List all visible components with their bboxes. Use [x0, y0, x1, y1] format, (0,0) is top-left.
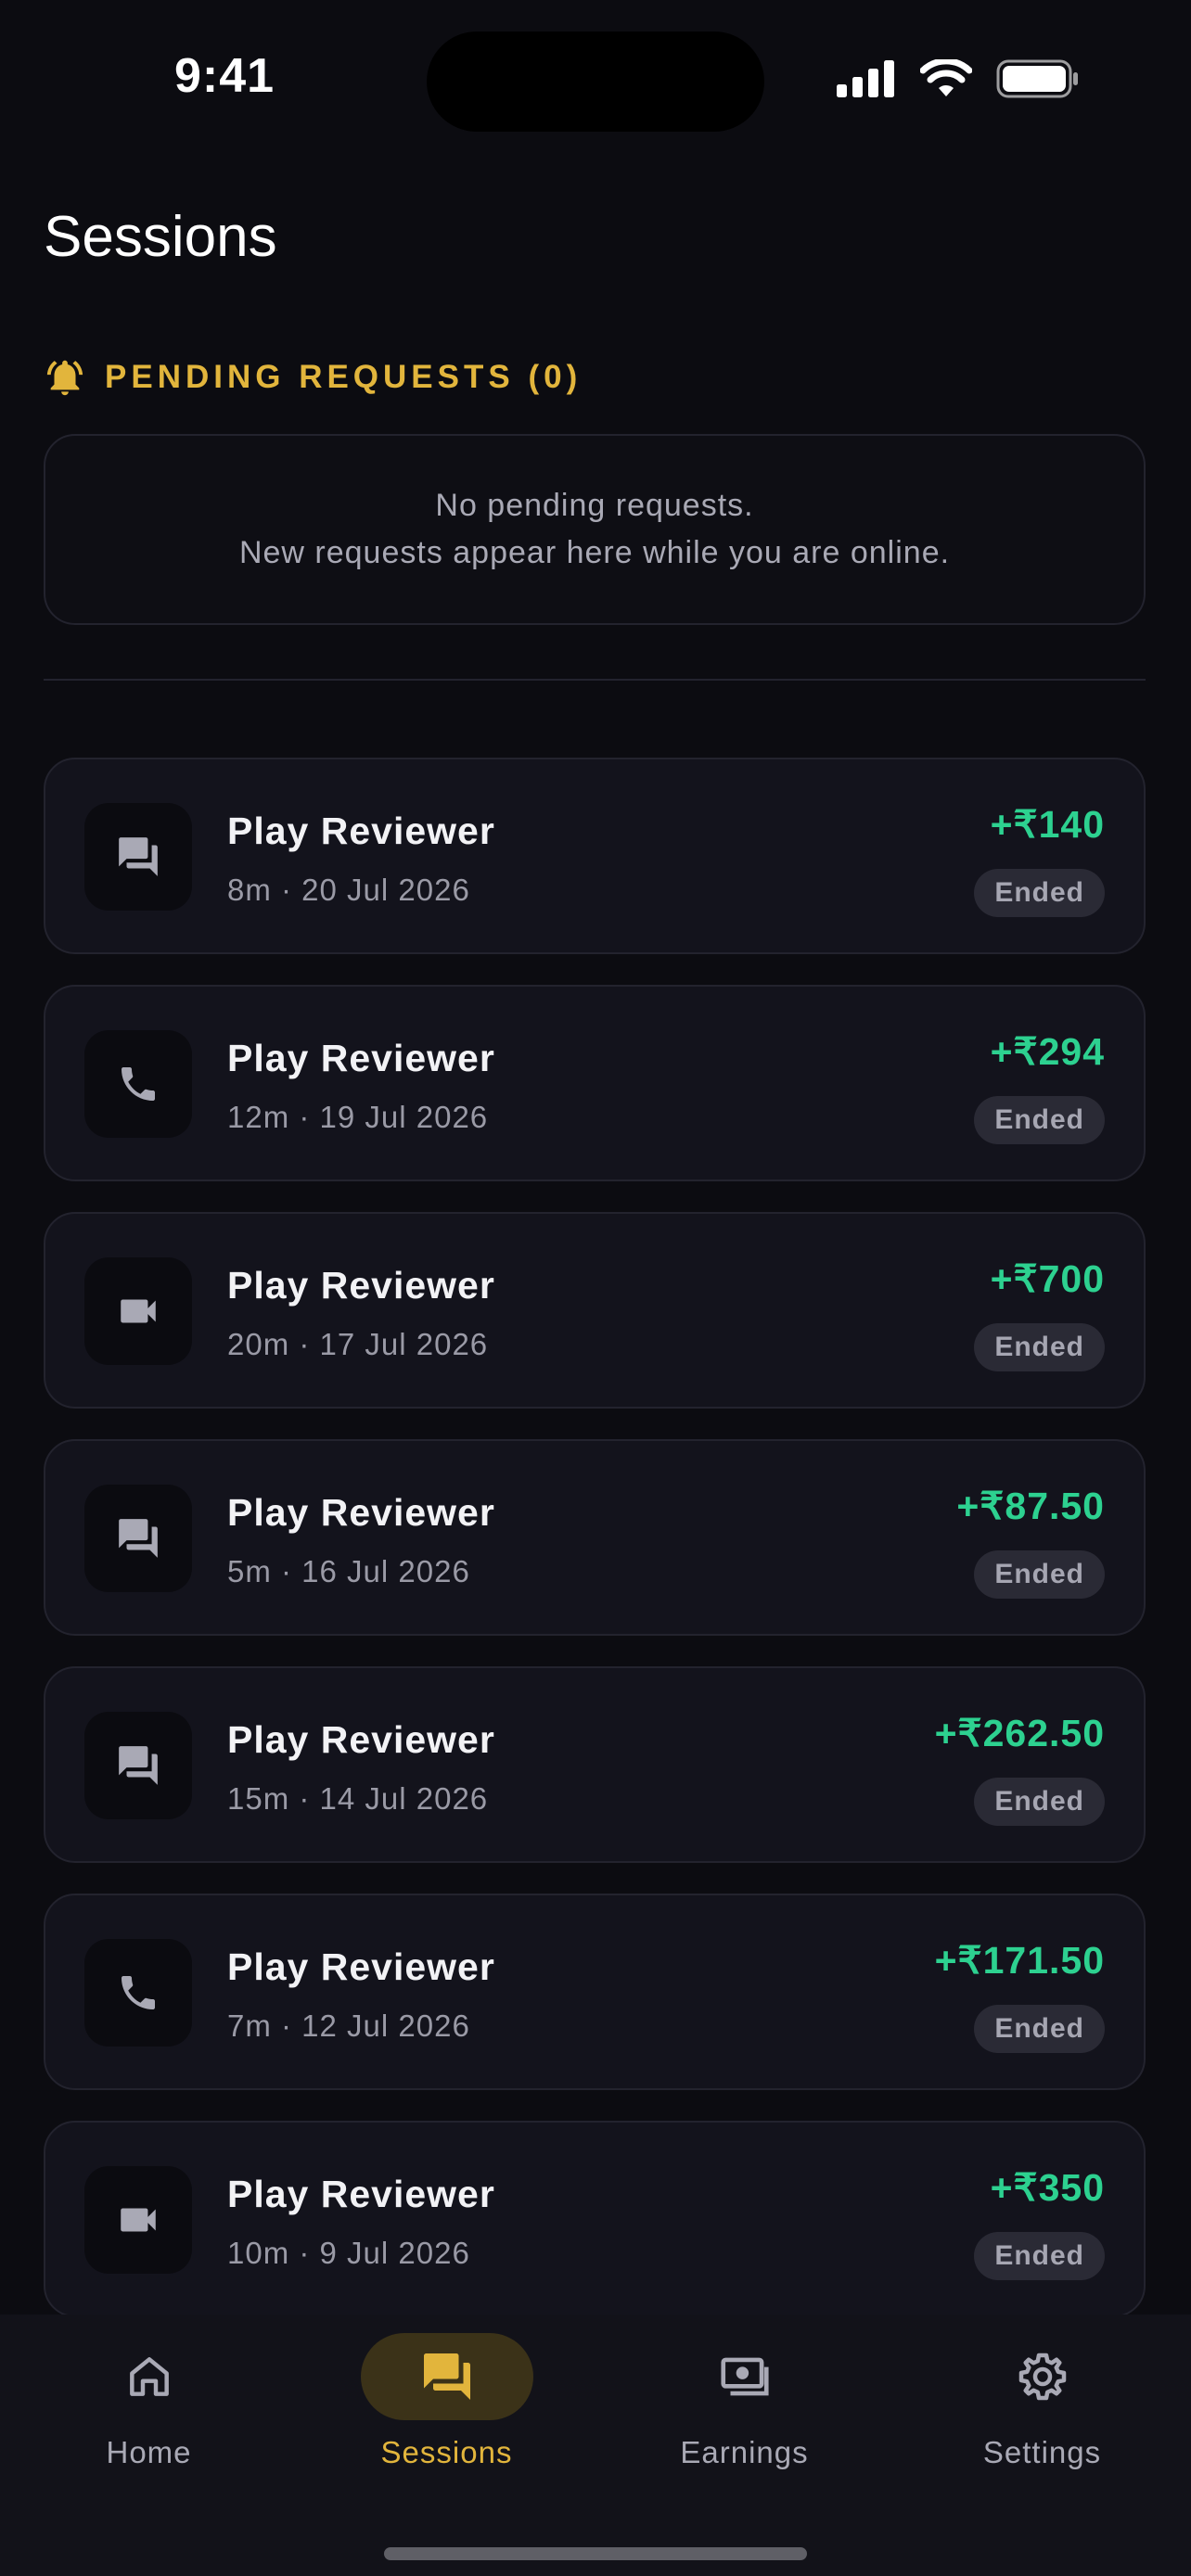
tab-settings-label: Settings — [982, 2435, 1102, 2469]
empty-state-title: No pending requests. — [435, 488, 754, 523]
session-card[interactable]: Play Reviewer 12m · 19 Jul 2026 +₹294 Ended — [44, 985, 1146, 1181]
status-icons — [837, 59, 1080, 98]
session-meta: 15m · 14 Jul 2026 — [227, 1781, 489, 1816]
session-card[interactable]: Play Reviewer 7m · 12 Jul 2026 +₹171.50 End… — [44, 1894, 1146, 2090]
phone-icon — [122, 1067, 155, 1101]
pending-requests-title: PENDING REQUESTS (0) — [105, 359, 583, 395]
tab-earnings-label: Earnings — [680, 2435, 809, 2469]
tab-earnings[interactable]: Earnings — [596, 2315, 893, 2500]
session-amount: +₹87.50 — [956, 1485, 1105, 1527]
session-amount: +₹140 — [990, 803, 1105, 846]
session-status-badge: Ended — [974, 2232, 1105, 2280]
session-name: Play Reviewer — [227, 1264, 495, 1307]
video-icon — [121, 1299, 156, 1323]
session-status-badge: Ended — [974, 869, 1105, 917]
tab-settings[interactable]: Settings — [893, 2315, 1191, 2500]
session-status-badge: Ended — [974, 1550, 1105, 1599]
video-icon — [121, 2208, 156, 2232]
dynamic-island — [427, 32, 764, 132]
session-card[interactable]: Play Reviewer 8m · 20 Jul 2026 +₹140 Ended — [44, 758, 1146, 954]
session-list: Play Reviewer 8m · 20 Jul 2026 +₹140 Ended P… — [44, 758, 1146, 2315]
tab-sessions[interactable]: Sessions — [298, 2315, 596, 2500]
tab-home[interactable]: Home — [0, 2315, 298, 2500]
chat-icon — [119, 837, 158, 876]
home-icon — [129, 2357, 169, 2396]
section-divider — [44, 679, 1146, 681]
wifi-icon — [920, 59, 972, 96]
session-type-icon-wrap — [84, 803, 192, 911]
session-card[interactable]: Play Reviewer 15m · 14 Jul 2026 +₹262.50 En… — [44, 1666, 1146, 1863]
status-bar: 9:41 — [0, 0, 1191, 158]
pending-requests-empty-state: No pending requests. New requests appear… — [44, 434, 1146, 625]
session-status-badge: Ended — [974, 1323, 1105, 1371]
tab-earnings-icon-wrap — [659, 2333, 831, 2420]
session-meta: 10m · 9 Jul 2026 — [227, 2236, 470, 2270]
session-name: Play Reviewer — [227, 2173, 495, 2215]
chat-icon — [119, 1519, 158, 1558]
tab-home-icon-wrap — [63, 2333, 236, 2420]
session-status-badge: Ended — [974, 2005, 1105, 2053]
session-type-icon-wrap — [84, 1030, 192, 1138]
session-type-icon-wrap — [84, 1939, 192, 2047]
page-title: Sessions — [44, 205, 277, 269]
phone-icon — [122, 1976, 155, 2009]
session-card[interactable]: Play Reviewer 20m · 17 Jul 2026 +₹700 Ended — [44, 1212, 1146, 1409]
home-indicator — [384, 2547, 807, 2560]
session-meta: 20m · 17 Jul 2026 — [227, 1327, 489, 1361]
session-type-icon-wrap — [84, 1712, 192, 1819]
chat-icon — [119, 1746, 158, 1785]
status-time: 9:41 — [174, 49, 275, 103]
bell-icon — [46, 360, 83, 396]
session-type-icon-wrap — [84, 1485, 192, 1592]
session-name: Play Reviewer — [227, 1037, 495, 1079]
battery-icon — [996, 59, 1078, 98]
cash-icon — [720, 2357, 769, 2396]
chat-icon — [423, 2353, 470, 2400]
session-amount: +₹262.50 — [934, 1712, 1105, 1754]
session-amount: +₹294 — [990, 1030, 1105, 1073]
session-name: Play Reviewer — [227, 810, 495, 852]
session-amount: +₹700 — [990, 1257, 1105, 1300]
session-amount: +₹350 — [990, 2166, 1105, 2209]
session-status-badge: Ended — [974, 1096, 1105, 1144]
signal-icon — [837, 60, 894, 97]
session-card[interactable]: Play Reviewer 5m · 16 Jul 2026 +₹87.50 Ende… — [44, 1439, 1146, 1636]
session-status-badge: Ended — [974, 1778, 1105, 1826]
session-meta: 7m · 12 Jul 2026 — [227, 2009, 470, 2043]
bottom-tab-bar: Home Sessions Earnings Settings — [0, 2315, 1191, 2576]
session-meta: 5m · 16 Jul 2026 — [227, 1554, 470, 1588]
session-card[interactable]: Play Reviewer 10m · 9 Jul 2026 +₹350 Ended — [44, 2121, 1146, 2315]
tab-settings-icon-wrap — [956, 2333, 1129, 2420]
pending-requests-header: PENDING REQUESTS (0) — [44, 356, 582, 399]
gear-icon — [1018, 2353, 1066, 2401]
session-amount: +₹171.50 — [934, 1939, 1105, 1982]
session-name: Play Reviewer — [227, 1491, 495, 1534]
tab-home-label: Home — [106, 2435, 192, 2469]
tab-sessions-icon-wrap — [360, 2333, 533, 2420]
session-type-icon-wrap — [84, 1257, 192, 1365]
session-name: Play Reviewer — [227, 1945, 495, 1988]
session-name: Play Reviewer — [227, 1718, 495, 1761]
empty-state-subtitle: New requests appear here while you are o… — [238, 535, 951, 570]
session-meta: 12m · 19 Jul 2026 — [227, 1100, 489, 1134]
session-type-icon-wrap — [84, 2166, 192, 2274]
session-meta: 8m · 20 Jul 2026 — [227, 873, 470, 907]
tab-sessions-label: Sessions — [380, 2435, 513, 2469]
